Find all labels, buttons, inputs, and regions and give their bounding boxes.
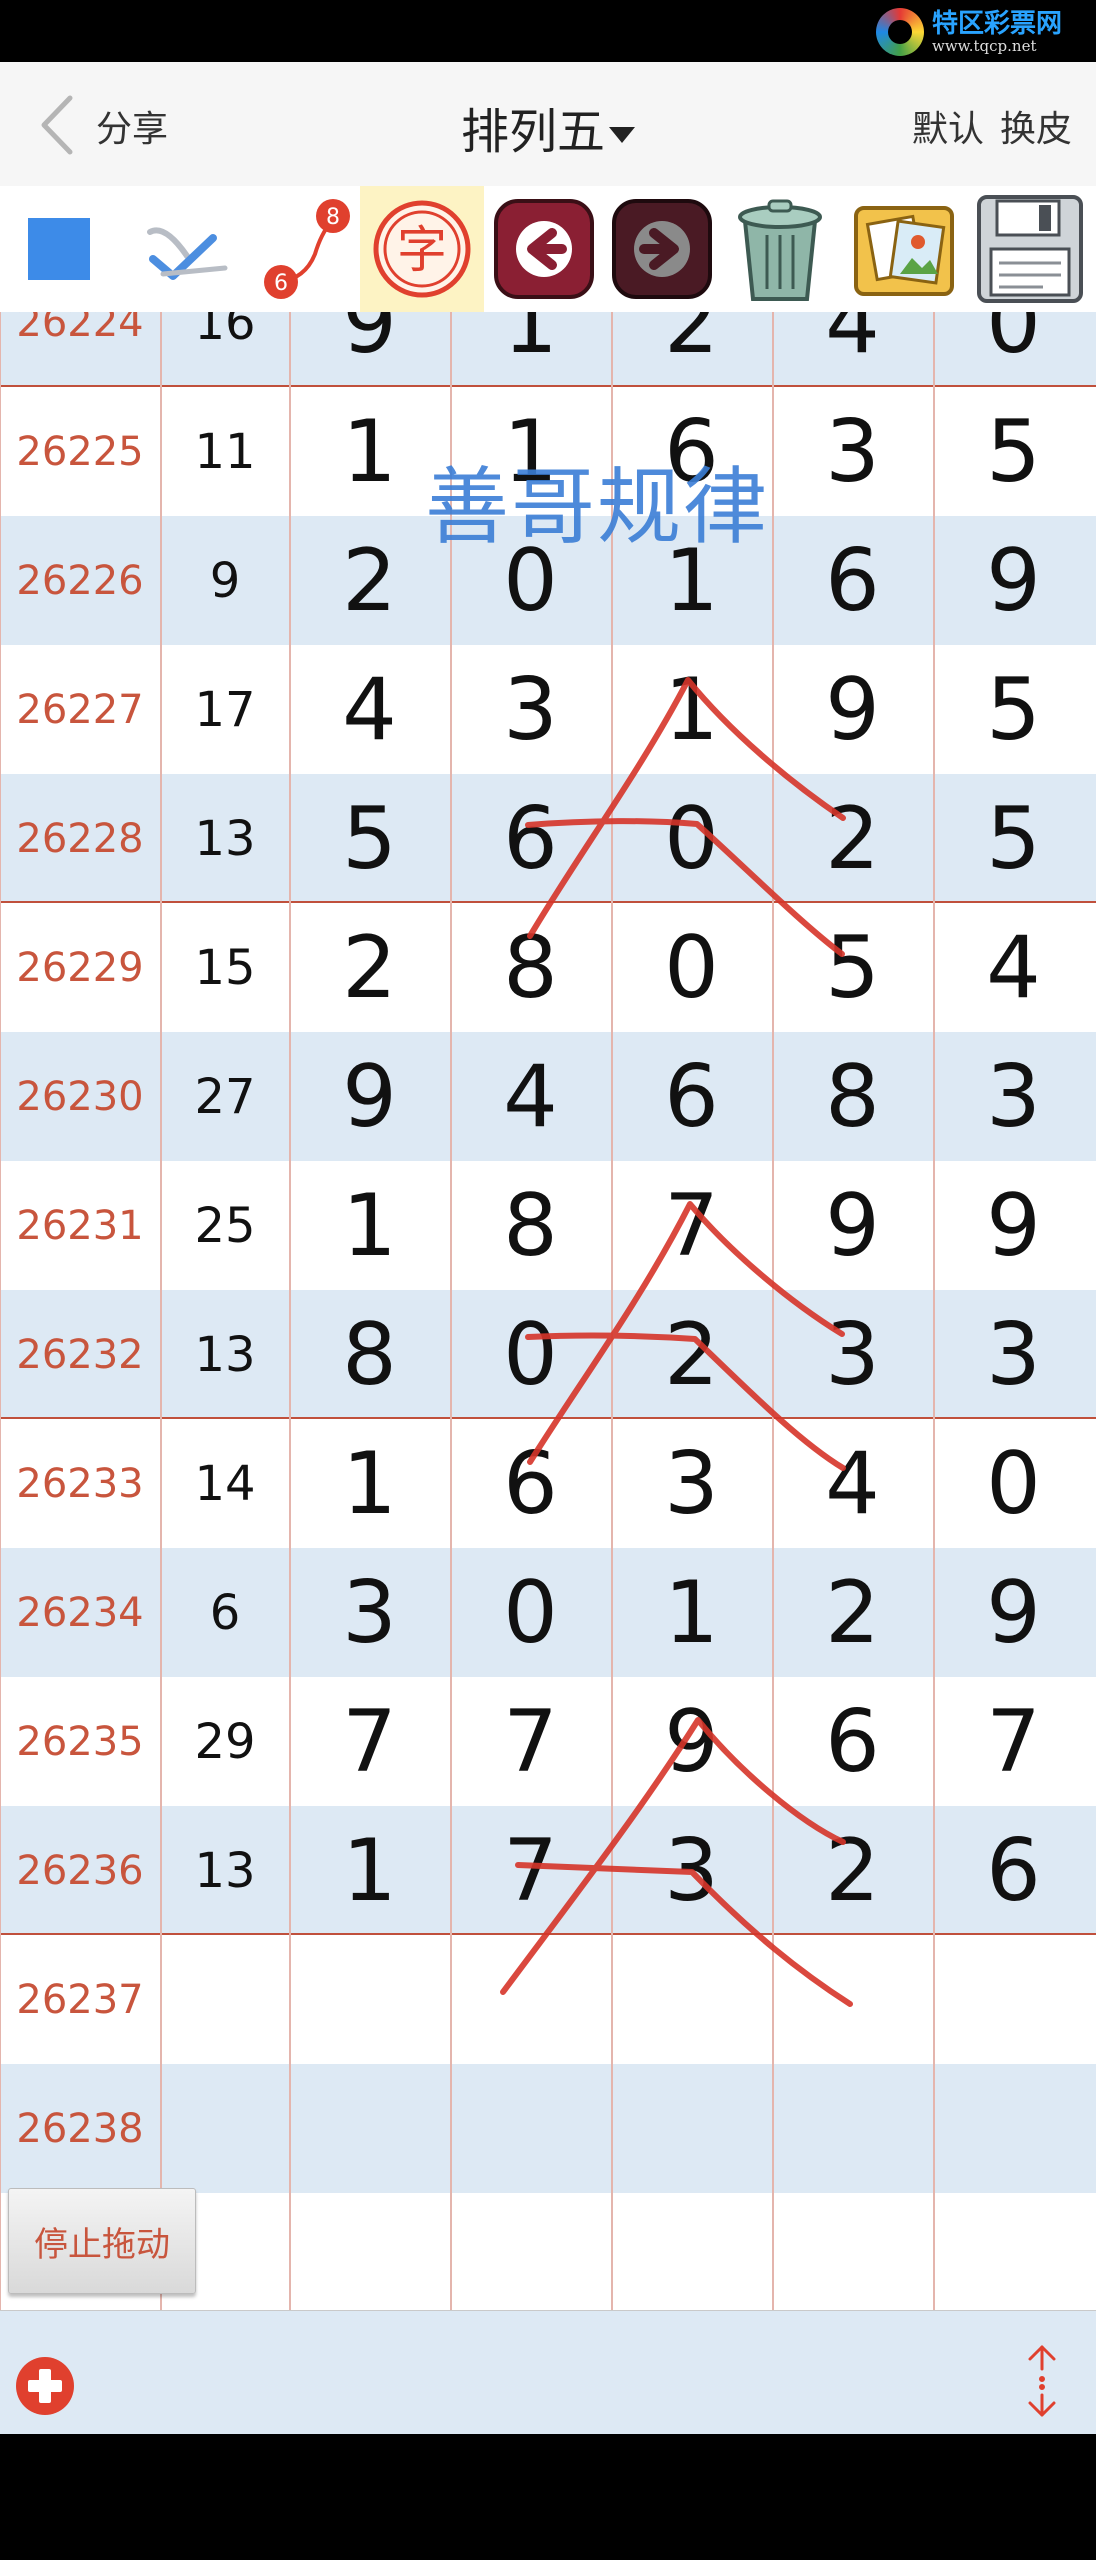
album-button[interactable] (842, 186, 966, 312)
save-button[interactable] (970, 186, 1090, 312)
bottom-bar (0, 2310, 1096, 2435)
annotation-stroke (515, 1862, 853, 2007)
system-nav-bar (0, 2434, 1096, 2560)
text-stamp-button[interactable]: 字 (360, 186, 484, 312)
floppy-disk-icon (977, 195, 1083, 303)
stop-drag-button[interactable]: 停止拖动 (8, 2188, 196, 2294)
drawing-toolbar: 8 6 字 (0, 186, 1096, 312)
annotation-stroke (525, 818, 845, 957)
number-link-button[interactable]: 8 6 (250, 186, 360, 312)
app-header: 分享 排列五 默认 换皮 (0, 62, 1096, 186)
pen-tool-button[interactable] (130, 186, 250, 312)
logo-swirl-icon (876, 8, 924, 56)
share-button[interactable]: 分享 (96, 100, 168, 152)
color-picker-button[interactable] (0, 186, 118, 312)
undo-button[interactable] (488, 186, 600, 312)
caret-down-icon (609, 127, 635, 143)
trash-can-icon (738, 199, 822, 301)
add-circle-icon[interactable] (14, 2355, 76, 2417)
link-badge-top: 8 (326, 205, 340, 230)
photo-album-icon (854, 206, 954, 296)
annotation-stroke (525, 1332, 846, 1471)
logo-url: www.tqcp.net (932, 37, 1037, 55)
char-stamp-icon: 字 (373, 200, 471, 298)
chevron-left-icon[interactable] (30, 90, 90, 160)
redo-button[interactable] (606, 186, 718, 312)
lottery-type-dropdown[interactable]: 排列五 (461, 104, 635, 160)
char-label: 字 (397, 221, 447, 279)
number-link-icon: 8 6 (264, 199, 350, 299)
pen-check-icon (147, 227, 228, 280)
logo-text: 特区彩票网 (932, 9, 1063, 39)
link-badge-bottom: 6 (274, 271, 288, 296)
vertical-resize-icon[interactable] (1014, 2343, 1070, 2419)
results-grid[interactable]: 26224 16 9 1 2 4 0 26225 11 1 1 6 3 5 26226 9 2 0 1 6 9 26227… (0, 312, 1096, 2310)
annotation-stroke (500, 1717, 846, 1995)
blue-square-icon (28, 218, 90, 280)
title-text: 排列五 (460, 104, 605, 160)
back-arrow-icon (494, 199, 594, 299)
annotation-stroke (527, 677, 846, 939)
clear-button[interactable] (722, 186, 838, 312)
site-logo: 特区彩票网 www.tqcp.net (876, 6, 1086, 58)
forward-arrow-icon (612, 199, 712, 299)
default-button[interactable]: 默认 (912, 100, 984, 152)
change-skin-button[interactable]: 换皮 (1000, 100, 1072, 152)
status-bar: 特区彩票网 www.tqcp.net (0, 0, 1096, 62)
hand-drawn-annotations (500, 677, 853, 2007)
